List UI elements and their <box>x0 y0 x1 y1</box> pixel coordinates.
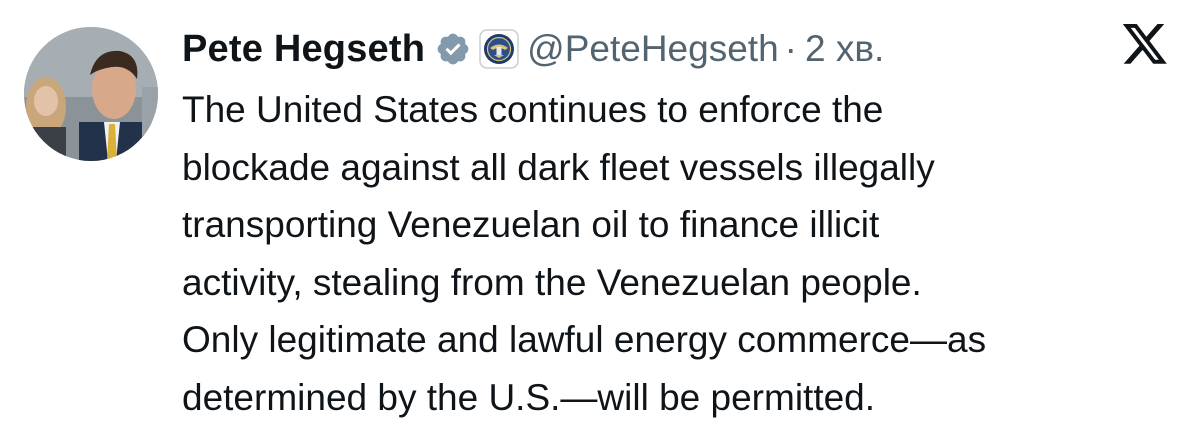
x-logo-icon[interactable] <box>1121 23 1169 69</box>
author-handle[interactable]: @PeteHegseth <box>527 28 778 70</box>
department-seal-icon[interactable] <box>479 29 519 69</box>
post-text: The United States continues to enforce t… <box>182 89 987 418</box>
author-name[interactable]: Pete Hegseth <box>182 28 425 71</box>
post-timestamp[interactable]: 2 хв. <box>805 28 884 70</box>
verified-badge-icon <box>435 31 471 67</box>
separator-dot: · <box>784 28 797 69</box>
avatar[interactable] <box>24 27 158 161</box>
post-header: Pete Hegseth @PeteHegseth · 2 хв. <box>182 24 884 74</box>
avatar-photo <box>24 27 158 161</box>
